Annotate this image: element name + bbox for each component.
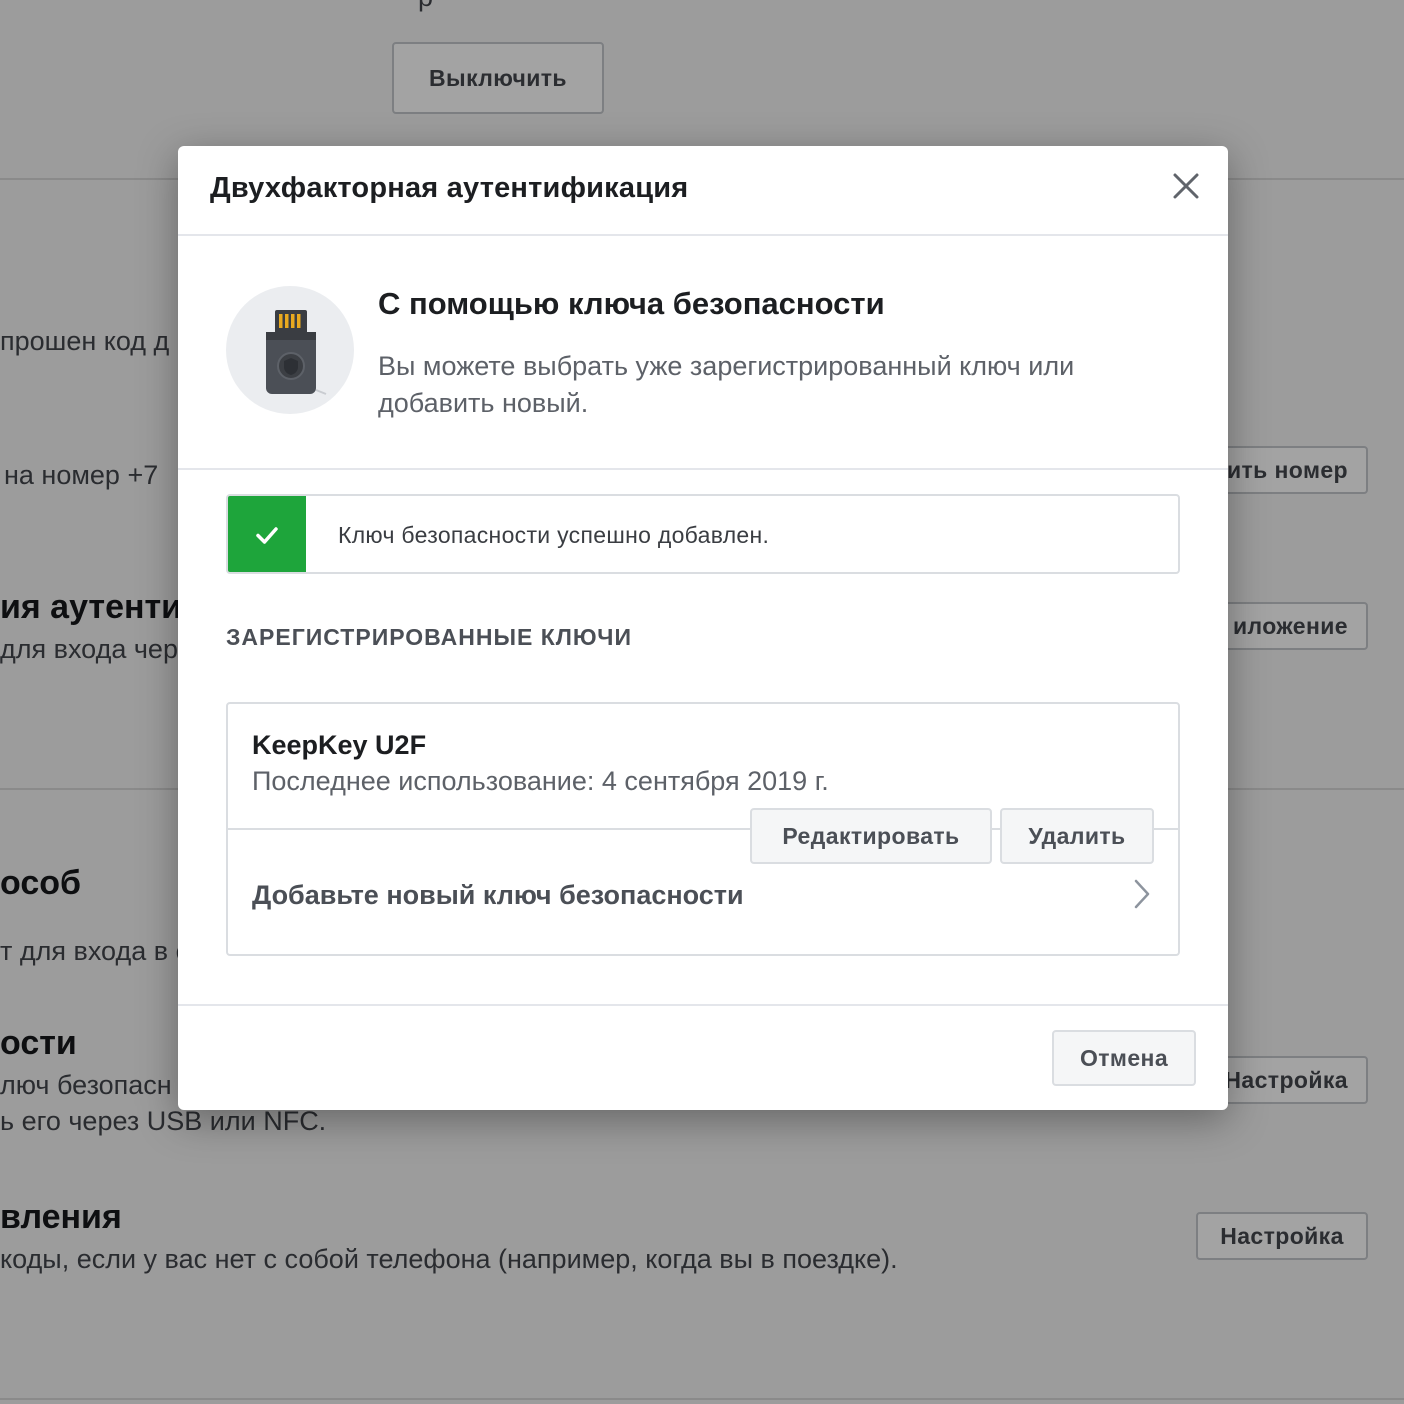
success-alert: Ключ безопасности успешно добавлен. <box>226 494 1180 574</box>
key-last-used: Последнее использование: 4 сентября 2019… <box>252 766 829 796</box>
footer-divider <box>178 1004 1228 1006</box>
bg-partial-text: р <box>418 0 433 13</box>
registered-keys-heading: ЗАРЕГИСТРИРОВАННЫЕ КЛЮЧИ <box>226 624 632 650</box>
bg-section-method-title: особ <box>0 864 81 902</box>
add-security-key-label: Добавьте новый ключ безопасности <box>252 880 744 910</box>
bg-section-auth-desc: для входа чер <box>0 634 178 664</box>
delete-key-button[interactable]: Удалить <box>1000 808 1154 864</box>
intro-description: Вы можете выбрать уже зарегистрированный… <box>378 351 1075 418</box>
intro-title: С помощью ключа безопасности <box>378 286 885 321</box>
checkmark-icon <box>228 496 306 572</box>
two-factor-dialog: Двухфакторная аутентификация С помощью к… <box>178 146 1228 1110</box>
close-icon[interactable] <box>1168 168 1204 204</box>
edit-key-button[interactable]: Редактировать <box>750 808 992 864</box>
dialog-header: Двухфакторная аутентификация <box>178 146 1228 236</box>
bg-section-method-desc: т для входа в с <box>0 936 190 966</box>
cancel-button[interactable]: Отмена <box>1052 1030 1196 1086</box>
bg-section-key-desc-2: ь его через USB или NFC. <box>0 1106 327 1136</box>
alert-message: Ключ безопасности успешно добавлен. <box>338 522 770 548</box>
bg-text-code: прошен код д <box>0 326 170 356</box>
registered-keys-list: KeepKey U2F Последнее использование: 4 с… <box>226 702 1180 956</box>
usb-security-key-icon <box>226 286 354 414</box>
chevron-right-icon <box>1132 878 1152 910</box>
bg-section-key-title: ости <box>0 1024 77 1062</box>
divider <box>0 1398 1404 1400</box>
bg-text-phone: на номер +7 <box>4 460 159 490</box>
key-name: KeepKey U2F <box>252 730 427 760</box>
intro-section: С помощью ключа безопасности Вы можете в… <box>178 236 1228 470</box>
setup-recovery-button[interactable]: Настройка <box>1196 1212 1368 1260</box>
dialog-title: Двухфакторная аутентификация <box>210 172 689 204</box>
disable-button[interactable]: Выключить <box>392 42 604 114</box>
bg-section-recovery-title: вления <box>0 1198 122 1236</box>
bg-section-recovery-desc: коды, если у вас нет с собой телефона (н… <box>0 1244 898 1274</box>
bg-section-key-desc: люч безопасн <box>0 1070 172 1100</box>
